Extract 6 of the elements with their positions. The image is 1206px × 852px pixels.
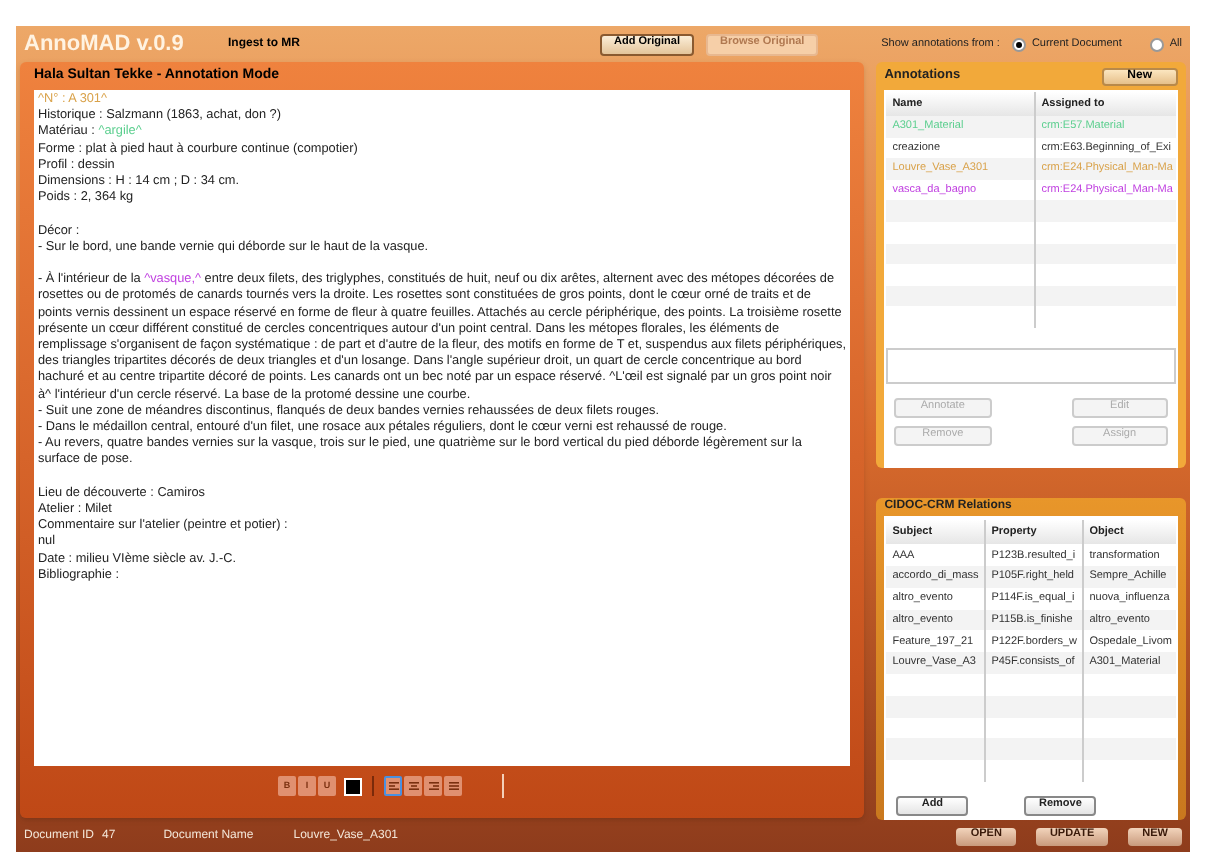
align-button[interactable] bbox=[404, 776, 422, 796]
align-button[interactable] bbox=[424, 776, 442, 796]
app-title: AnnoMAD v.0.9 bbox=[24, 33, 186, 55]
text-color-swatch[interactable] bbox=[344, 777, 362, 795]
align-button[interactable] bbox=[444, 776, 462, 796]
align-button[interactable] bbox=[384, 776, 402, 796]
